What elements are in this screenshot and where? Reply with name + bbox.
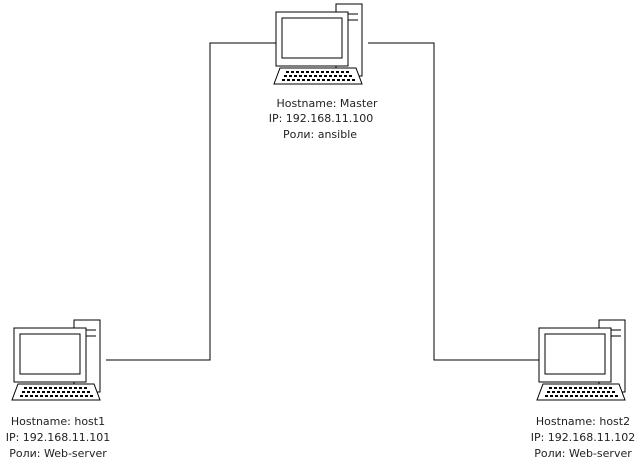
master-hostname: Hostname: Master (276, 97, 377, 110)
host1-ip: IP: 192.168.11.101 (6, 431, 111, 444)
master-ip: IP: 192.168.11.100 (269, 112, 374, 125)
host2-hostname: Hostname: host2 (536, 415, 630, 428)
master-role: Роли: ansible (283, 128, 357, 141)
connector-master-host2 (368, 42, 540, 361)
host1-hostname: Hostname: host1 (11, 415, 105, 428)
host2-ip: IP: 192.168.11.102 (531, 431, 636, 444)
host2-role: Роли: Web-server (534, 447, 632, 460)
host2-computer-icon (536, 319, 626, 401)
host1-role: Роли: Web-server (9, 447, 107, 460)
master-computer-icon (273, 3, 363, 85)
network-diagram: Hostname: Master IP: 192.168.11.100 Роли… (6, 3, 636, 460)
connector-master-host1 (106, 42, 276, 361)
host1-computer-icon (11, 319, 101, 401)
